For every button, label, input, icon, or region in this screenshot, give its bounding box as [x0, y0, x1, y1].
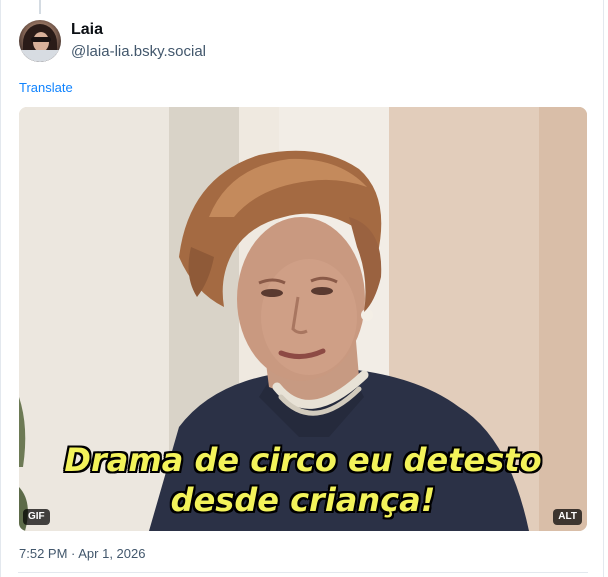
- post-timestamp[interactable]: 7:52 PM · Apr 1, 2026: [19, 546, 145, 561]
- post-header: Laia @laia-lia.bsky.social: [19, 19, 206, 63]
- author-display-name[interactable]: Laia: [71, 20, 206, 40]
- author-names: Laia @laia-lia.bsky.social: [71, 20, 206, 62]
- gif-badge: GIF: [23, 509, 50, 525]
- avatar-clothing: [19, 50, 61, 62]
- gif-caption-line-2: desde criança!: [170, 481, 436, 519]
- thread-line: [39, 0, 41, 14]
- avatar-face: [33, 32, 49, 52]
- frame-border-left: [0, 0, 1, 577]
- alt-text-button[interactable]: ALT: [553, 509, 582, 525]
- translate-link[interactable]: Translate: [19, 80, 73, 95]
- author-handle[interactable]: @laia-lia.bsky.social: [71, 42, 206, 62]
- frame-border-right: [603, 0, 604, 577]
- gif-media[interactable]: Drama de circo eu detesto desde criança!…: [19, 107, 587, 531]
- avatar[interactable]: [19, 20, 61, 62]
- bottom-divider: [18, 572, 588, 573]
- gif-caption-line-1: Drama de circo eu detesto: [64, 441, 542, 479]
- avatar-sunglasses: [31, 37, 51, 42]
